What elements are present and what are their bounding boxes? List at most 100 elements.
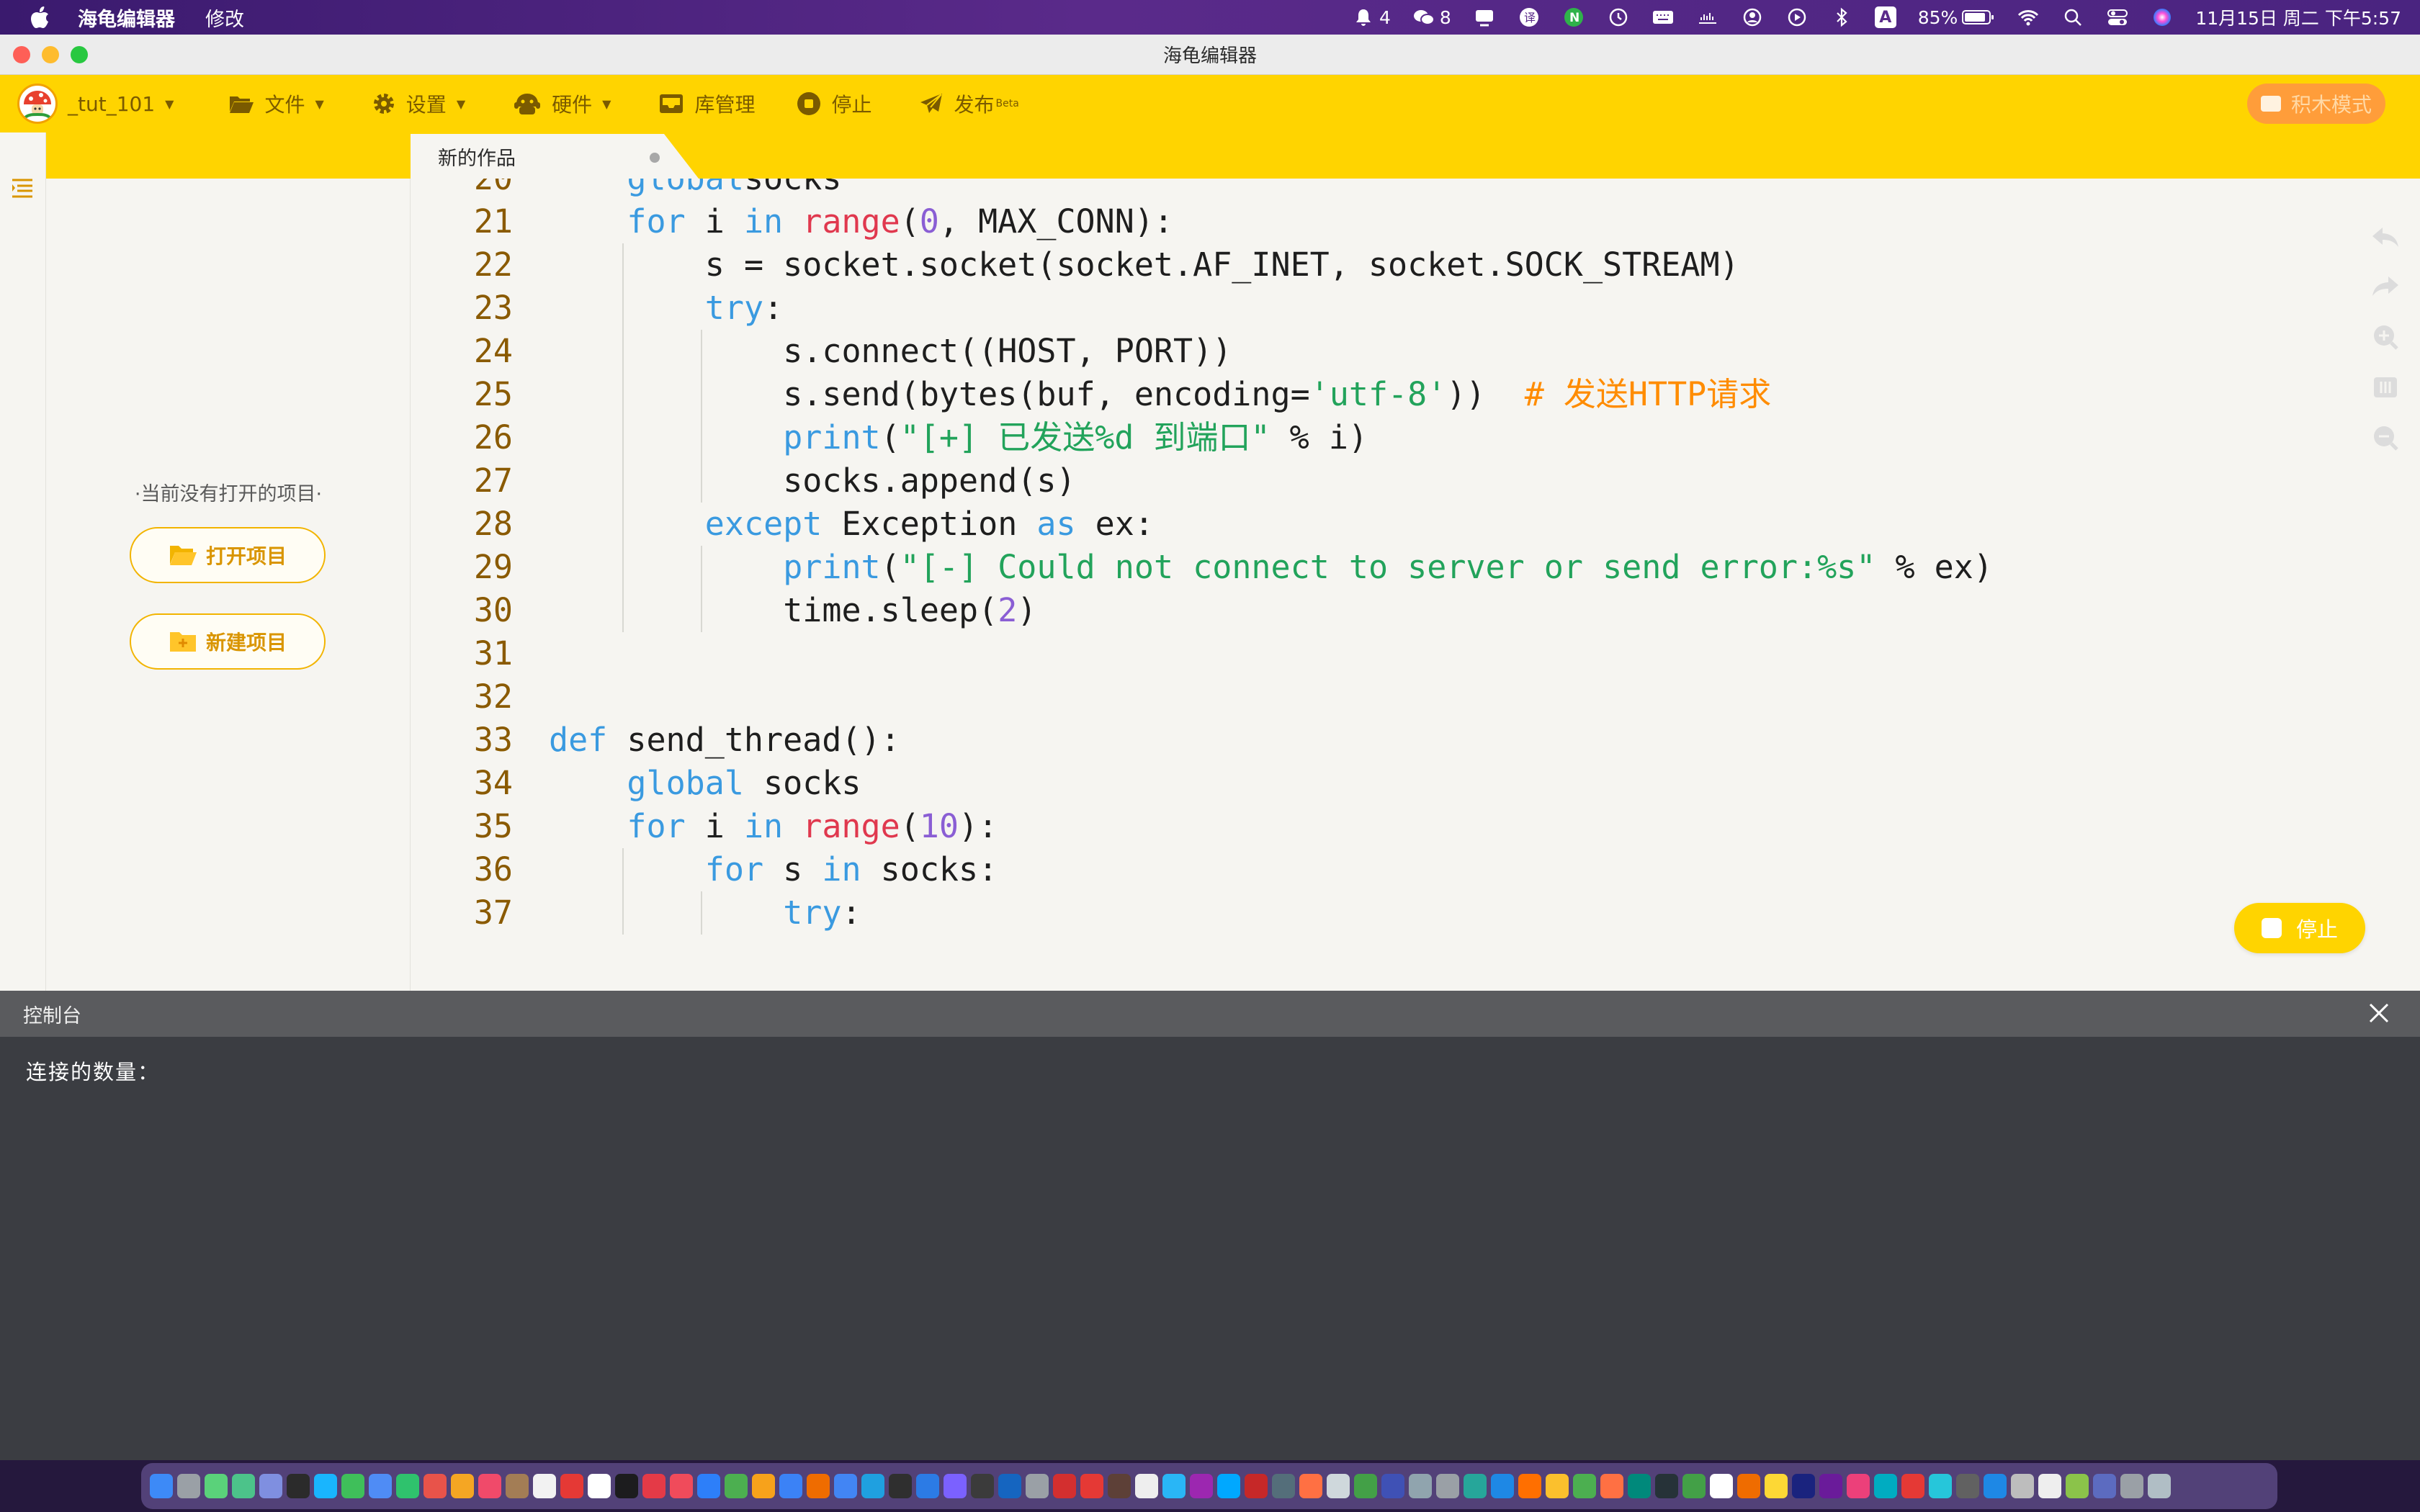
console-output-area[interactable]: 连接的数量： xyxy=(0,1037,2420,1495)
dock-app-icon[interactable] xyxy=(2093,1474,2116,1498)
code-line[interactable]: 28 except Exception as ex: xyxy=(411,503,2355,546)
battery-status[interactable]: 85% xyxy=(1918,6,1996,29)
redo-icon[interactable] xyxy=(2371,274,2403,302)
dock-app-icon[interactable] xyxy=(232,1474,255,1498)
code-line[interactable]: 30 time.sleep(2) xyxy=(411,589,2355,632)
dock-app-icon[interactable] xyxy=(998,1474,1021,1498)
code-line[interactable]: 36 for s in socks: xyxy=(411,848,2355,891)
code-editor[interactable]: 20 globalsocks 21 for i in range(0, MAX_CON… xyxy=(411,179,2420,991)
code-line[interactable]: 24 s.connect((HOST, PORT)) xyxy=(411,330,2355,373)
fit-screen-icon[interactable] xyxy=(2371,374,2403,403)
audio-meter-icon[interactable] xyxy=(1696,6,1719,29)
dock-app-icon[interactable] xyxy=(1491,1474,1514,1498)
undo-icon[interactable] xyxy=(2371,225,2403,253)
dock-app-icon[interactable] xyxy=(1984,1474,2007,1498)
stop-toolbar-button[interactable]: 停止 xyxy=(797,89,871,118)
dock-app-icon[interactable] xyxy=(1819,1474,1842,1498)
sidebar-toggle-icon[interactable] xyxy=(10,176,35,203)
open-project-button[interactable]: 打开项目 xyxy=(130,527,326,583)
dock-app-icon[interactable] xyxy=(807,1474,830,1498)
dock-app-icon[interactable] xyxy=(1436,1474,1459,1498)
notification-status[interactable]: 4 xyxy=(1352,6,1391,29)
time-machine-icon[interactable] xyxy=(1607,6,1630,29)
settings-menu[interactable]: 设置 ▼ xyxy=(372,89,465,118)
dock-app-icon[interactable] xyxy=(1080,1474,1103,1498)
dock-app-icon[interactable] xyxy=(2011,1474,2034,1498)
dock-app-icon[interactable] xyxy=(177,1474,200,1498)
dock-app-icon[interactable] xyxy=(1737,1474,1760,1498)
dock-app-icon[interactable] xyxy=(424,1474,447,1498)
dock-app-icon[interactable] xyxy=(2120,1474,2143,1498)
dock-app-icon[interactable] xyxy=(588,1474,611,1498)
dock-app-icon[interactable] xyxy=(1956,1474,1979,1498)
tab-new-work[interactable]: 新的作品 xyxy=(411,134,699,179)
dock-app-icon[interactable] xyxy=(1518,1474,1541,1498)
dock-app-icon[interactable] xyxy=(1929,1474,1952,1498)
spotlight-search-icon[interactable] xyxy=(2061,6,2084,29)
dock-app-icon[interactable] xyxy=(1546,1474,1569,1498)
dock-app-icon[interactable] xyxy=(971,1474,994,1498)
dock-app-icon[interactable] xyxy=(916,1474,939,1498)
publish-button[interactable]: 发布 Beta xyxy=(919,89,1019,118)
wifi-icon[interactable] xyxy=(2017,6,2040,29)
block-mode-button[interactable]: 积木模式 xyxy=(2247,84,2385,124)
unsaved-dot-icon[interactable] xyxy=(650,153,660,163)
dock-app-icon[interactable] xyxy=(1600,1474,1623,1498)
code-line[interactable]: 31 xyxy=(411,632,2355,675)
dock-app-icon[interactable] xyxy=(1272,1474,1295,1498)
translate-icon[interactable]: 译 xyxy=(1518,6,1541,29)
dock-app-icon[interactable] xyxy=(834,1474,857,1498)
zoom-out-icon[interactable] xyxy=(2371,423,2403,455)
file-menu[interactable]: 文件 ▼ xyxy=(228,89,324,118)
code-line[interactable]: 34 global socks xyxy=(411,762,2355,805)
code-line[interactable]: 32 xyxy=(411,675,2355,719)
dock-app-icon[interactable] xyxy=(1847,1474,1870,1498)
code-line[interactable]: 29 print("[-] Could not connect to server… xyxy=(411,546,2355,589)
wechat-status[interactable]: 8 xyxy=(1412,6,1451,29)
avatar[interactable] xyxy=(17,84,58,124)
floating-stop-button[interactable]: 停止 xyxy=(2234,903,2365,953)
dock-app-icon[interactable] xyxy=(1108,1474,1131,1498)
dock-app-icon[interactable] xyxy=(2038,1474,2061,1498)
dock-app-icon[interactable] xyxy=(1655,1474,1678,1498)
code-line[interactable]: 23 try: xyxy=(411,287,2355,330)
dock-app-icon[interactable] xyxy=(1190,1474,1213,1498)
dock-app-icon[interactable] xyxy=(1682,1474,1706,1498)
close-icon[interactable] xyxy=(2367,1001,2391,1030)
code-line[interactable]: 33 def send_thread(): xyxy=(411,719,2355,762)
dock-app-icon[interactable] xyxy=(451,1474,474,1498)
code-line[interactable]: 25 s.send(bytes(buf, encoding='utf-8')) #… xyxy=(411,373,2355,416)
siri-icon[interactable] xyxy=(2151,6,2174,29)
code-line[interactable]: 21 for i in range(0, MAX_CONN): xyxy=(411,200,2355,243)
code-line[interactable]: 27 socks.append(s) xyxy=(411,459,2355,503)
dock-app-icon[interactable] xyxy=(1026,1474,1049,1498)
library-manager-button[interactable]: 库管理 xyxy=(658,89,755,118)
control-center-icon[interactable] xyxy=(2106,6,2129,29)
code-line[interactable]: 37 try: xyxy=(411,891,2355,935)
dock-app-icon[interactable] xyxy=(1464,1474,1487,1498)
menubar-datetime[interactable]: 11月15日 周二 下午5:57 xyxy=(2195,4,2401,30)
new-project-button[interactable]: 新建项目 xyxy=(130,613,326,670)
dock-app-icon[interactable] xyxy=(2148,1474,2171,1498)
dock-app-icon[interactable] xyxy=(478,1474,501,1498)
dock-app-icon[interactable] xyxy=(1245,1474,1268,1498)
dock-app-icon[interactable] xyxy=(1053,1474,1076,1498)
dock-app-icon[interactable] xyxy=(944,1474,967,1498)
notion-n-icon[interactable]: N xyxy=(1562,6,1585,29)
keyboard-icon[interactable] xyxy=(1652,6,1675,29)
dock-app-icon[interactable] xyxy=(779,1474,802,1498)
bluetooth-icon[interactable] xyxy=(1830,6,1853,29)
menubar-edit-menu[interactable]: 修改 xyxy=(205,4,244,32)
apple-logo-icon[interactable] xyxy=(27,4,53,30)
dock-app-icon[interactable] xyxy=(1354,1474,1377,1498)
dock-app-icon[interactable] xyxy=(150,1474,173,1498)
dock-app-icon[interactable] xyxy=(506,1474,529,1498)
dock-app-icon[interactable] xyxy=(725,1474,748,1498)
dock-app-icon[interactable] xyxy=(287,1474,310,1498)
dock-app-icon[interactable] xyxy=(533,1474,556,1498)
dock-app-icon[interactable] xyxy=(1628,1474,1651,1498)
zoom-window-button[interactable] xyxy=(71,46,88,63)
code-line[interactable]: 26 print("[+] 已发送%d 到端口" % i) xyxy=(411,416,2355,459)
hardware-menu[interactable]: 硬件 ▼ xyxy=(513,89,611,118)
dock-app-icon[interactable] xyxy=(2066,1474,2089,1498)
